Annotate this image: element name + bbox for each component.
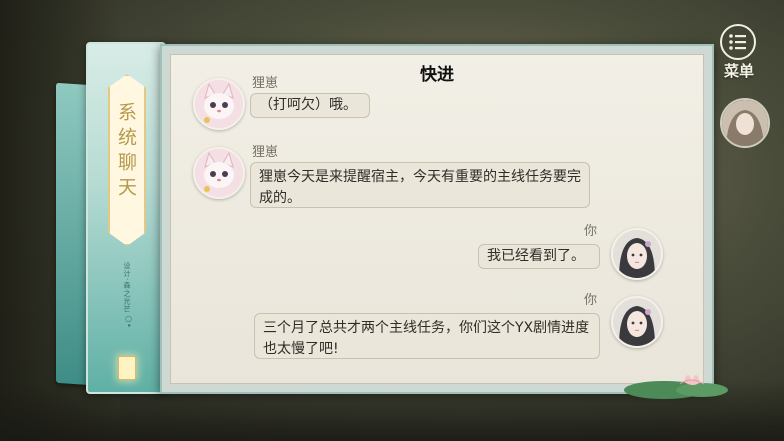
panel-credit: 设计·森之光芒 <box>123 262 131 314</box>
lantern-icon <box>118 356 136 380</box>
cat-avatar <box>193 78 245 130</box>
fast-forward-button[interactable]: 快进 <box>420 60 454 85</box>
menu-button[interactable]: 菜单 <box>720 24 762 80</box>
chat-bubble: 我已经看到了。 <box>478 244 600 269</box>
message-name: 你 <box>584 224 598 239</box>
panel-title: 系统聊天 <box>115 102 137 202</box>
chat-bubble: （打呵欠）哦。 <box>250 93 370 118</box>
message-name: 狸崽 <box>252 76 279 91</box>
girl-avatar <box>611 228 663 280</box>
lotus-decoration-icon <box>624 375 728 399</box>
message-name: 你 <box>584 293 598 308</box>
side-book-panel: 系统聊天 设计·森之光芒 ○• <box>86 42 166 394</box>
message-name: 狸崽 <box>252 145 279 160</box>
character-portrait-button[interactable] <box>720 98 770 148</box>
cat-avatar <box>193 147 245 199</box>
girl-avatar <box>611 296 663 348</box>
chat-bubble: 狸崽今天是来提醒宿主，今天有重要的主线任务要完成的。 <box>250 162 590 208</box>
chat-bubble: 三个月了总共才两个主线任务，你们这个YX剧情进度也太慢了吧! <box>254 313 600 359</box>
decorative-dots: ○• <box>124 314 133 328</box>
menu-label: 菜单 <box>724 62 755 80</box>
menu-icon <box>720 24 756 60</box>
